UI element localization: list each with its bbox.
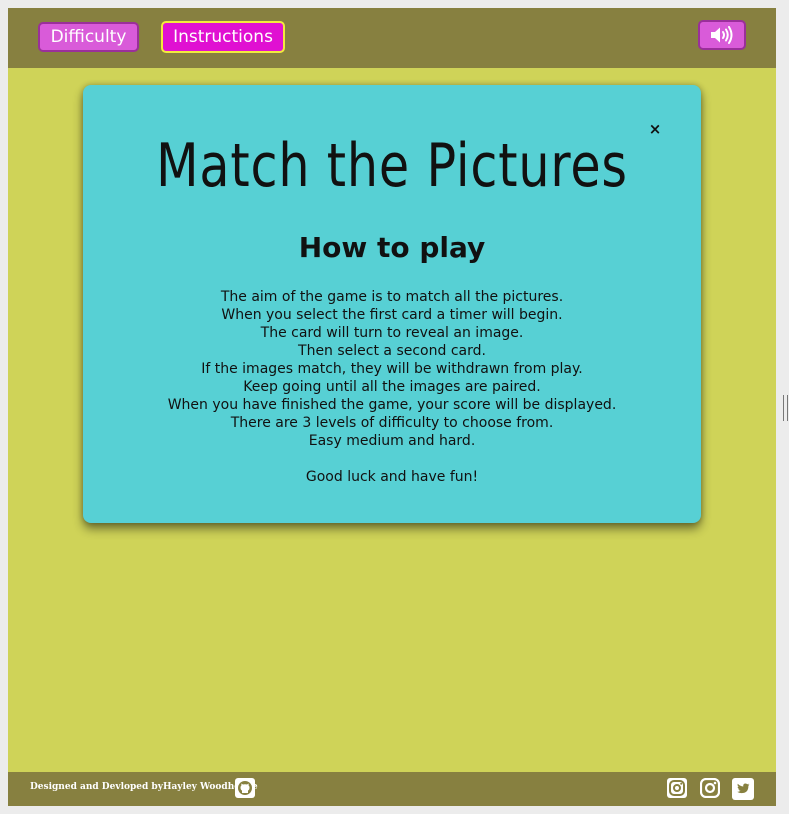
instruction-line: There are 3 levels of difficulty to choo… xyxy=(230,415,554,431)
difficulty-button[interactable]: Difficulty xyxy=(38,22,139,52)
twitter-icon[interactable] xyxy=(732,778,754,800)
instruction-line: Then select a second card. xyxy=(298,343,486,359)
instagram-icon[interactable] xyxy=(700,778,720,798)
instruction-line: The card will turn to reveal an image. xyxy=(260,325,524,341)
game-title: Match the Pictures xyxy=(156,131,628,201)
designer-credit: Designed and Devloped byHayley Woodhouse xyxy=(30,782,258,792)
top-navbar: Difficulty Instructions xyxy=(8,8,776,68)
game-page: Difficulty Instructions × Match the Pict… xyxy=(8,8,776,806)
instruction-line: Keep going until all the images are pair… xyxy=(243,379,541,395)
how-to-play-heading: How to play xyxy=(298,231,486,264)
instruction-line: When you select the first card a timer w… xyxy=(221,307,563,323)
resize-handle[interactable] xyxy=(783,395,788,421)
github-icon[interactable] xyxy=(235,778,255,798)
instructions-button[interactable]: Instructions xyxy=(161,21,285,53)
instruction-line: If the images match, they will be withdr… xyxy=(201,361,583,377)
instagram-icon[interactable] xyxy=(667,778,687,798)
instructions-text: The aim of the game is to match all the … xyxy=(83,288,701,486)
closing-line: Good luck and have fun! xyxy=(305,469,479,485)
sound-toggle-button[interactable] xyxy=(698,20,746,50)
instruction-line: When you have finished the game, your sc… xyxy=(167,397,617,413)
instruction-line: The aim of the game is to match all the … xyxy=(220,289,564,305)
close-icon[interactable]: × xyxy=(645,119,665,139)
speaker-volume-icon xyxy=(711,26,733,44)
instructions-modal: × Match the Pictures How to play The aim… xyxy=(83,85,701,523)
instruction-line: Easy medium and hard. xyxy=(308,433,476,449)
footer: Designed and Devloped byHayley Woodhouse xyxy=(8,772,776,806)
